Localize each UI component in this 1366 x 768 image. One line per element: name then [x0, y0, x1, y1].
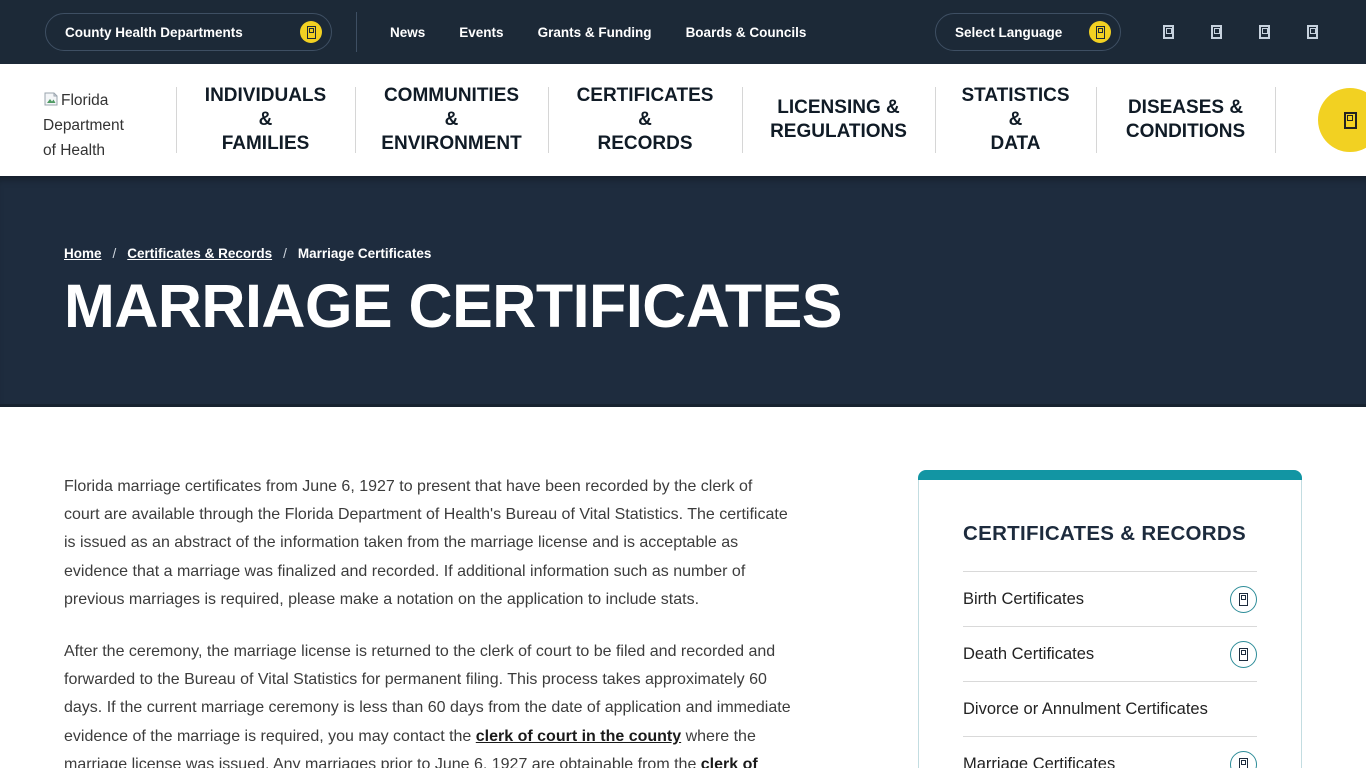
- clerk-of-court-county-link[interactable]: clerk of court in the county: [476, 728, 681, 745]
- social-icon-3[interactable]: [1259, 25, 1270, 39]
- list-item-label: Divorce or Annulment Certificates: [963, 700, 1208, 719]
- social-icon-4[interactable]: [1307, 25, 1318, 39]
- dropdown-icon: [1089, 21, 1111, 43]
- list-item-divorce-annulment-certificates[interactable]: Divorce or Annulment Certificates: [963, 681, 1257, 736]
- glyph-placeholder-icon: [1239, 648, 1248, 661]
- select-language-label: Select Language: [955, 25, 1062, 40]
- main-content: Florida marriage certificates from June …: [0, 407, 1366, 768]
- glyph-placeholder-icon: [1096, 26, 1105, 39]
- site-logo[interactable]: Florida Department of Health: [0, 64, 176, 176]
- divider: [356, 12, 357, 52]
- main-navigation: Florida Department of Health INDIVIDUALS…: [0, 64, 1366, 176]
- paragraph: Florida marriage certificates from June …: [64, 473, 792, 614]
- nav-item-diseases-conditions[interactable]: DISEASES & CONDITIONS: [1096, 64, 1275, 176]
- nav-search-area: [1275, 64, 1366, 176]
- glyph-placeholder-icon: [1239, 593, 1248, 606]
- hero-banner: Home / Certificates & Records / Marriage…: [0, 176, 1366, 407]
- list-item-marriage-certificates[interactable]: Marriage Certificates: [963, 736, 1257, 768]
- expand-button[interactable]: [1230, 751, 1257, 768]
- search-icon: [1344, 112, 1357, 129]
- breadcrumb-current: Marriage Certificates: [298, 246, 432, 261]
- topbar-link-news[interactable]: News: [390, 25, 425, 40]
- breadcrumb-home[interactable]: Home: [64, 246, 102, 261]
- nav-item-individuals-families[interactable]: INDIVIDUALS & FAMILIES: [176, 64, 355, 176]
- search-button[interactable]: [1318, 88, 1366, 152]
- county-health-departments-button[interactable]: County Health Departments: [45, 13, 332, 51]
- certificates-records-card: CERTIFICATES & RECORDS Birth Certificate…: [918, 470, 1302, 768]
- topbar-link-events[interactable]: Events: [459, 25, 503, 40]
- broken-image-icon: [43, 91, 59, 107]
- list-item-label: Death Certificates: [963, 645, 1094, 664]
- card-accent-bar: [918, 470, 1302, 480]
- breadcrumb-separator: /: [283, 246, 287, 261]
- utility-right: Select Language: [935, 13, 1318, 51]
- dropdown-icon: [300, 21, 322, 43]
- nav-item-certificates-records[interactable]: CERTIFICATES & RECORDS: [548, 64, 742, 176]
- breadcrumb-separator: /: [113, 246, 117, 261]
- breadcrumb-certificates-records[interactable]: Certificates & Records: [127, 246, 272, 261]
- glyph-placeholder-icon: [1239, 758, 1248, 768]
- list-item-death-certificates[interactable]: Death Certificates: [963, 626, 1257, 681]
- utility-bar: County Health Departments News Events Gr…: [0, 0, 1366, 64]
- article-text: Florida marriage certificates from June …: [64, 473, 792, 768]
- glyph-placeholder-icon: [307, 26, 316, 39]
- paragraph: After the ceremony, the marriage license…: [64, 638, 792, 768]
- page: County Health Departments News Events Gr…: [0, 0, 1366, 768]
- page-title: MARRIAGE CERTIFICATES: [64, 274, 1366, 338]
- paragraph-text: Florida marriage certificates from June …: [64, 478, 788, 608]
- list-item-label: Marriage Certificates: [963, 755, 1115, 768]
- breadcrumb: Home / Certificates & Records / Marriage…: [64, 176, 1366, 261]
- card-body: CERTIFICATES & RECORDS Birth Certificate…: [918, 480, 1302, 768]
- topbar-link-boards-councils[interactable]: Boards & Councils: [686, 25, 807, 40]
- card-title: CERTIFICATES & RECORDS: [963, 522, 1257, 546]
- list-item-birth-certificates[interactable]: Birth Certificates: [963, 571, 1257, 626]
- social-icon-2[interactable]: [1211, 25, 1222, 39]
- clerk-of-link[interactable]: clerk of: [701, 756, 758, 768]
- card-list: Birth Certificates Death Certificates Di…: [963, 571, 1257, 768]
- nav-item-communities-environment[interactable]: COMMUNITIES & ENVIRONMENT: [355, 64, 548, 176]
- expand-button[interactable]: [1230, 586, 1257, 613]
- select-language-button[interactable]: Select Language: [935, 13, 1121, 51]
- county-health-departments-label: County Health Departments: [65, 25, 243, 40]
- topbar-link-grants-funding[interactable]: Grants & Funding: [538, 25, 652, 40]
- social-icon-1[interactable]: [1163, 25, 1174, 39]
- social-icons: [1163, 25, 1318, 39]
- list-item-label: Birth Certificates: [963, 590, 1084, 609]
- nav-item-statistics-data[interactable]: STATISTICS & DATA: [935, 64, 1096, 176]
- nav-item-licensing-regulations[interactable]: LICENSING & REGULATIONS: [742, 64, 935, 176]
- utility-links: News Events Grants & Funding Boards & Co…: [390, 25, 806, 40]
- expand-button[interactable]: [1230, 641, 1257, 668]
- logo-alt-text: Florida Department of Health: [43, 88, 139, 163]
